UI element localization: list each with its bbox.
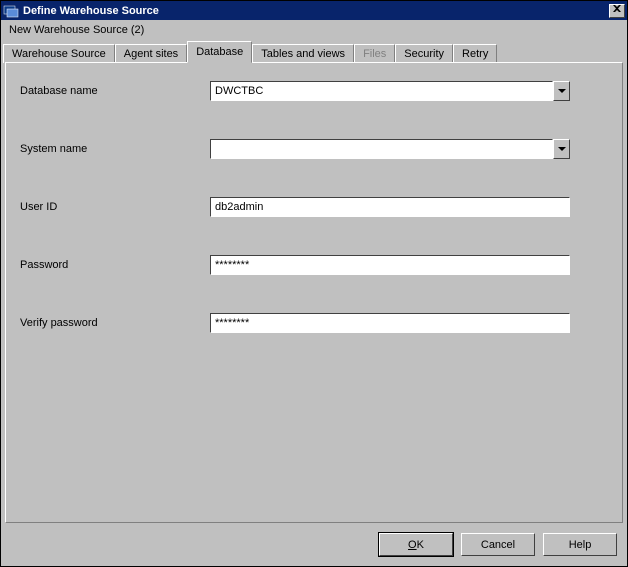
tab-retry[interactable]: Retry [453,44,497,63]
system-name-dropdown[interactable] [553,139,570,159]
row-user-id: User ID [20,197,608,217]
window-title: Define Warehouse Source [23,5,609,17]
row-database-name: Database name [20,81,608,101]
ok-button[interactable]: OK [379,533,453,556]
password-input[interactable] [210,255,570,275]
system-name-input[interactable] [210,139,553,159]
tab-files: Files [354,44,395,63]
row-system-name: System name [20,139,608,159]
titlebar: Define Warehouse Source [1,1,627,20]
row-password: Password [20,255,608,275]
user-id-input[interactable] [210,197,570,217]
chevron-down-icon [558,89,566,93]
label-database-name: Database name [20,85,210,97]
cancel-button[interactable]: Cancel [461,533,535,556]
label-password: Password [20,259,210,271]
button-bar: OK Cancel Help [1,527,627,566]
app-window: Define Warehouse Source New Warehouse So… [0,0,628,567]
subtitle: New Warehouse Source (2) [1,20,627,38]
label-verify-password: Verify password [20,317,210,329]
label-system-name: System name [20,143,210,155]
chevron-down-icon [558,147,566,151]
database-name-dropdown[interactable] [553,81,570,101]
row-verify-password: Verify password [20,313,608,333]
tabstrip: Warehouse Source Agent sites Database Ta… [1,40,627,62]
help-button[interactable]: Help [543,533,617,556]
close-button[interactable] [609,4,625,18]
tab-security[interactable]: Security [395,44,453,63]
tab-panel-database: Database name System name User ID Passwo… [5,62,623,523]
tab-database[interactable]: Database [187,41,252,63]
tab-agent-sites[interactable]: Agent sites [115,44,187,63]
tab-warehouse-source[interactable]: Warehouse Source [3,44,115,63]
tab-tables-views[interactable]: Tables and views [252,44,354,63]
app-icon [3,3,19,19]
verify-password-input[interactable] [210,313,570,333]
database-name-input[interactable] [210,81,553,101]
label-user-id: User ID [20,201,210,213]
